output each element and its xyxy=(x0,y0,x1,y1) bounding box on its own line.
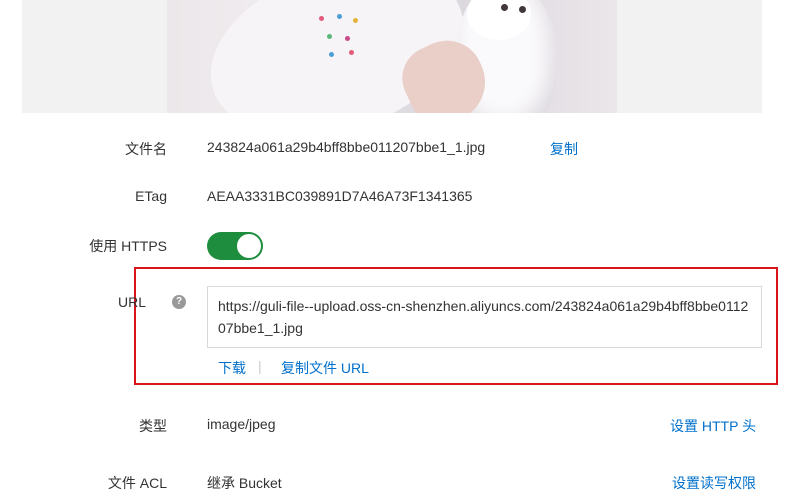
type-value: image/jpeg xyxy=(207,416,276,432)
set-http-header-link[interactable]: 设置 HTTP 头 xyxy=(670,416,756,436)
https-label: 使用 HTTPS xyxy=(89,238,167,254)
toggle-knob xyxy=(237,234,261,258)
help-icon[interactable]: ? xyxy=(172,295,186,309)
acl-label: 文件 ACL xyxy=(107,475,167,491)
copy-filename-link[interactable]: 复制 xyxy=(550,139,578,159)
download-link[interactable]: 下载 xyxy=(218,358,246,378)
filename-value: 243824a061a29b4bff8bbe011207bbe1_1.jpg xyxy=(207,139,486,155)
etag-value: AEAA3331BC039891D7A46A73F1341365 xyxy=(207,188,473,204)
image-preview xyxy=(167,0,617,113)
type-label: 类型 xyxy=(139,418,167,434)
copy-url-link[interactable]: 复制文件 URL xyxy=(281,358,369,378)
acl-value: 继承 Bucket xyxy=(207,475,282,491)
link-separator: | xyxy=(258,358,262,374)
filename-label: 文件名 xyxy=(125,141,167,157)
image-preview-area xyxy=(22,0,762,113)
url-label-wrap: URL xyxy=(0,294,167,310)
url-field[interactable]: https://guli-file--upload.oss-cn-shenzhe… xyxy=(207,286,762,348)
set-acl-link[interactable]: 设置读写权限 xyxy=(672,473,756,493)
etag-label: ETag xyxy=(135,188,167,204)
url-label: URL xyxy=(117,294,146,310)
https-toggle[interactable] xyxy=(207,232,263,260)
